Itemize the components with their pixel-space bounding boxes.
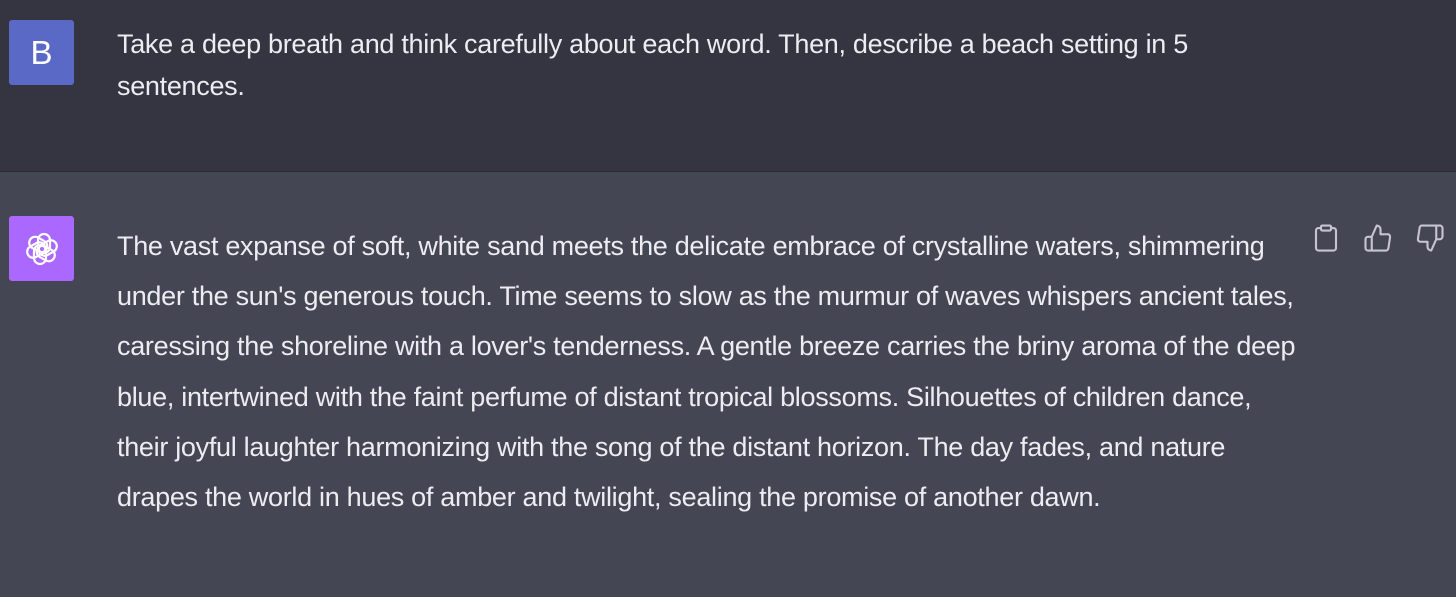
assistant-message-row: The vast expanse of soft, white sand mee… [0, 172, 1456, 597]
thumbs-up-button[interactable] [1362, 222, 1394, 254]
clipboard-icon [1314, 224, 1338, 252]
user-avatar: B [9, 20, 74, 85]
thumbs-up-icon [1364, 224, 1392, 252]
user-avatar-letter: B [30, 34, 53, 71]
message-actions [1310, 222, 1446, 254]
user-message-row: B Take a deep breath and think carefully… [0, 0, 1456, 172]
openai-logo-icon [25, 232, 58, 265]
chat-thread: B Take a deep breath and think carefully… [0, 0, 1456, 597]
copy-button[interactable] [1310, 222, 1342, 254]
thumbs-down-icon [1416, 224, 1444, 252]
assistant-message-text: The vast expanse of soft, white sand mee… [117, 231, 1296, 513]
user-message-text: Take a deep breath and think carefully a… [117, 29, 1188, 101]
assistant-avatar [9, 216, 74, 281]
thumbs-down-button[interactable] [1414, 222, 1446, 254]
